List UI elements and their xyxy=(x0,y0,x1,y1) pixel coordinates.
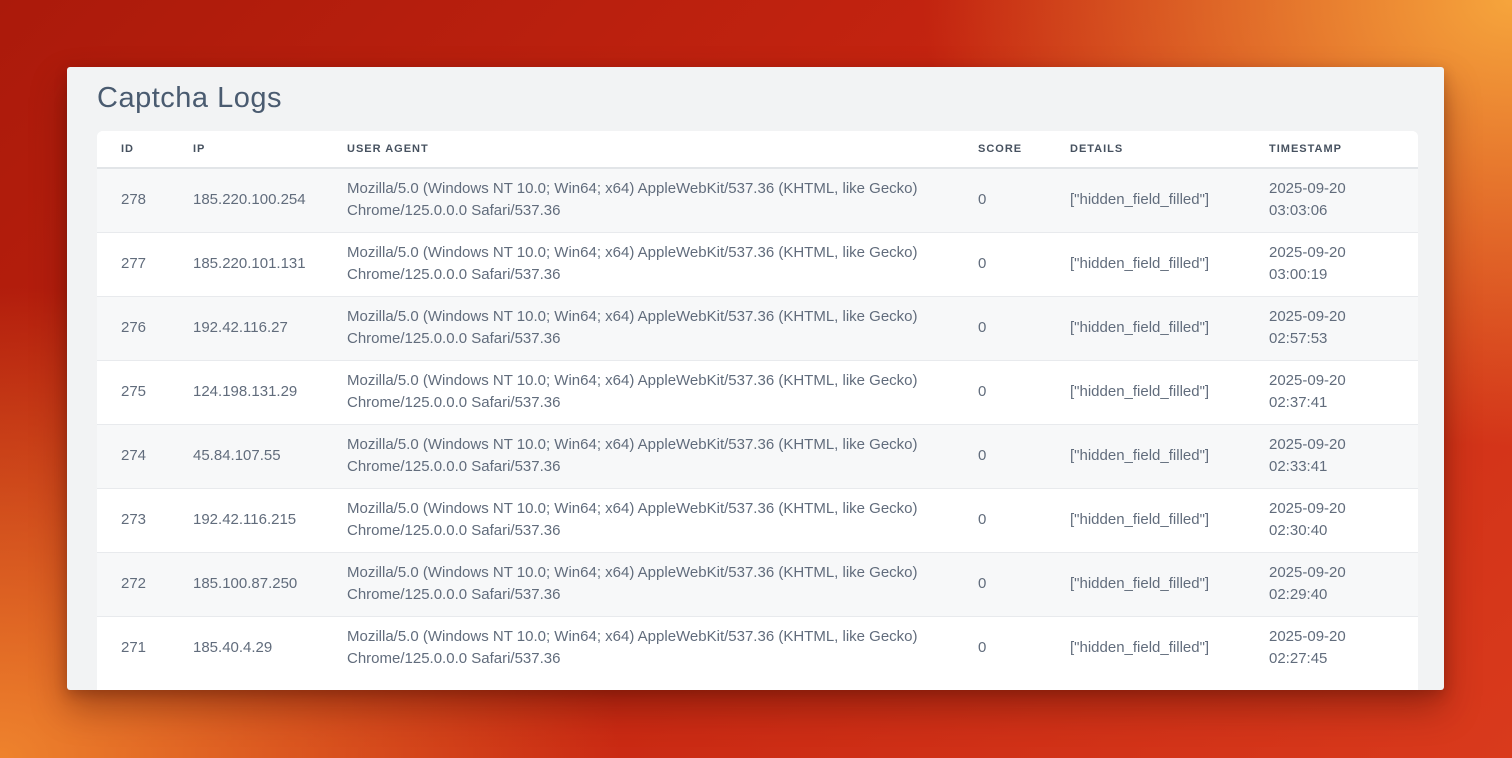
cell-details: ["hidden_field_filled"] xyxy=(1070,616,1269,680)
cell-ip: 192.42.116.27 xyxy=(193,296,347,360)
table-row: 276 192.42.116.27 Mozilla/5.0 (Windows N… xyxy=(97,296,1418,360)
cell-ip: 192.42.116.215 xyxy=(193,488,347,552)
table-row: 277 185.220.101.131 Mozilla/5.0 (Windows… xyxy=(97,232,1418,296)
cell-user-agent: Mozilla/5.0 (Windows NT 10.0; Win64; x64… xyxy=(347,296,978,360)
cell-ip: 185.220.100.254 xyxy=(193,168,347,232)
cell-ip: 185.100.87.250 xyxy=(193,552,347,616)
cell-score: 0 xyxy=(978,360,1070,424)
cell-score: 0 xyxy=(978,616,1070,680)
cell-details: ["hidden_field_filled"] xyxy=(1070,424,1269,488)
cell-score: 0 xyxy=(978,296,1070,360)
table-row: 274 45.84.107.55 Mozilla/5.0 (Windows NT… xyxy=(97,424,1418,488)
cell-ip: 124.198.131.29 xyxy=(193,360,347,424)
cell-score: 0 xyxy=(978,424,1070,488)
cell-user-agent: Mozilla/5.0 (Windows NT 10.0; Win64; x64… xyxy=(347,168,978,232)
cell-user-agent: Mozilla/5.0 (Windows NT 10.0; Win64; x64… xyxy=(347,616,978,680)
cell-user-agent: Mozilla/5.0 (Windows NT 10.0; Win64; x64… xyxy=(347,488,978,552)
cell-user-agent: Mozilla/5.0 (Windows NT 10.0; Win64; x64… xyxy=(347,424,978,488)
cell-details: ["hidden_field_filled"] xyxy=(1070,232,1269,296)
cell-details: ["hidden_field_filled"] xyxy=(1070,488,1269,552)
cell-score: 0 xyxy=(978,232,1070,296)
cell-user-agent: Mozilla/5.0 (Windows NT 10.0; Win64; x64… xyxy=(347,232,978,296)
cell-timestamp: 2025-09-20 02:30:40 xyxy=(1269,488,1418,552)
column-header-id: ID xyxy=(97,131,193,168)
page-title: Captcha Logs xyxy=(97,82,1444,115)
cell-timestamp: 2025-09-20 03:03:06 xyxy=(1269,168,1418,232)
cell-id: 275 xyxy=(97,360,193,424)
cell-timestamp: 2025-09-20 02:33:41 xyxy=(1269,424,1418,488)
cell-id: 272 xyxy=(97,552,193,616)
cell-id: 271 xyxy=(97,616,193,680)
cell-timestamp: 2025-09-20 03:00:19 xyxy=(1269,232,1418,296)
cell-ip: 45.84.107.55 xyxy=(193,424,347,488)
table-row: 275 124.198.131.29 Mozilla/5.0 (Windows … xyxy=(97,360,1418,424)
cell-user-agent: Mozilla/5.0 (Windows NT 10.0; Win64; x64… xyxy=(347,552,978,616)
cell-id: 273 xyxy=(97,488,193,552)
cell-id: 274 xyxy=(97,424,193,488)
column-header-timestamp: TIMESTAMP xyxy=(1269,131,1418,168)
cell-ip: 185.40.4.29 xyxy=(193,616,347,680)
cell-timestamp: 2025-09-20 02:57:53 xyxy=(1269,296,1418,360)
cell-ip: 185.220.101.131 xyxy=(193,232,347,296)
cell-score: 0 xyxy=(978,488,1070,552)
column-header-score: SCORE xyxy=(978,131,1070,168)
cell-timestamp: 2025-09-20 02:27:45 xyxy=(1269,616,1418,680)
cell-score: 0 xyxy=(978,552,1070,616)
captcha-logs-table-container: ID IP USER AGENT SCORE DETAILS TIMESTAMP… xyxy=(97,131,1418,690)
cell-timestamp: 2025-09-20 02:29:40 xyxy=(1269,552,1418,616)
table-row: 278 185.220.100.254 Mozilla/5.0 (Windows… xyxy=(97,168,1418,232)
table-header-row: ID IP USER AGENT SCORE DETAILS TIMESTAMP xyxy=(97,131,1418,168)
table-header: ID IP USER AGENT SCORE DETAILS TIMESTAMP xyxy=(97,131,1418,168)
cell-score: 0 xyxy=(978,168,1070,232)
cell-details: ["hidden_field_filled"] xyxy=(1070,552,1269,616)
column-header-user-agent: USER AGENT xyxy=(347,131,978,168)
cell-details: ["hidden_field_filled"] xyxy=(1070,360,1269,424)
cell-timestamp: 2025-09-20 02:37:41 xyxy=(1269,360,1418,424)
table-body: 278 185.220.100.254 Mozilla/5.0 (Windows… xyxy=(97,168,1418,680)
cell-details: ["hidden_field_filled"] xyxy=(1070,168,1269,232)
cell-details: ["hidden_field_filled"] xyxy=(1070,296,1269,360)
captcha-logs-card: Captcha Logs ID IP USER AGENT SCORE DETA… xyxy=(67,67,1444,690)
column-header-details: DETAILS xyxy=(1070,131,1269,168)
cell-user-agent: Mozilla/5.0 (Windows NT 10.0; Win64; x64… xyxy=(347,360,978,424)
cell-id: 277 xyxy=(97,232,193,296)
desktop-background: { "page_title": "Captcha Logs", "colors"… xyxy=(0,0,1512,758)
cell-id: 278 xyxy=(97,168,193,232)
table-row: 271 185.40.4.29 Mozilla/5.0 (Windows NT … xyxy=(97,616,1418,680)
captcha-logs-table: ID IP USER AGENT SCORE DETAILS TIMESTAMP… xyxy=(97,131,1418,680)
cell-id: 276 xyxy=(97,296,193,360)
column-header-ip: IP xyxy=(193,131,347,168)
table-row: 273 192.42.116.215 Mozilla/5.0 (Windows … xyxy=(97,488,1418,552)
table-row: 272 185.100.87.250 Mozilla/5.0 (Windows … xyxy=(97,552,1418,616)
